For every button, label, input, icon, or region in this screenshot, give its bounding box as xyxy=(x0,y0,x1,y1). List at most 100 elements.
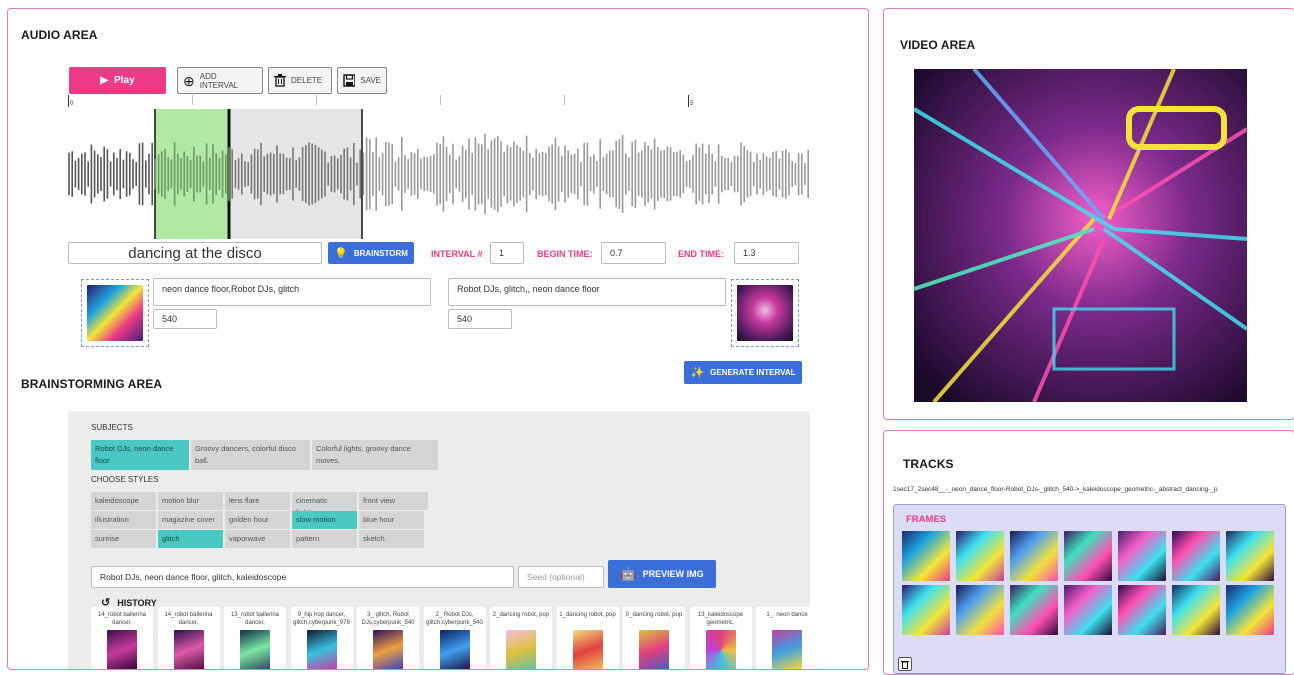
history-item-image xyxy=(306,630,337,669)
subject-chip[interactable]: Robot DJs, neon dance floor xyxy=(91,440,189,470)
history-item-image xyxy=(173,630,204,669)
history-item[interactable]: 14_robot ballerina dancer, xyxy=(91,607,153,669)
style-chip[interactable]: pattern xyxy=(292,530,357,548)
audio-waveform[interactable] xyxy=(68,109,810,239)
brainstorm-prompt-input[interactable]: Robot DJs, neon dance floor, glitch, kal… xyxy=(91,566,514,588)
history-item-image xyxy=(639,630,669,669)
start-size-input[interactable]: 540 xyxy=(153,309,217,329)
seed-input[interactable]: Seed (optional) xyxy=(518,566,604,588)
style-chip[interactable]: sketch xyxy=(359,530,424,548)
history-item-image xyxy=(240,630,270,669)
history-item[interactable]: 13_kaleidoscope geometric, xyxy=(689,607,752,669)
frame-thumbnail[interactable] xyxy=(1064,585,1112,635)
frame-thumbnail[interactable] xyxy=(956,531,1004,581)
tracks-title: TRACKS xyxy=(903,457,954,471)
style-chip[interactable]: illustration xyxy=(91,511,156,529)
history-item[interactable]: 14_robot ballerina dancer, xyxy=(157,607,220,669)
frame-thumbnail[interactable] xyxy=(902,531,950,581)
start-prompt-textarea[interactable]: neon dance floor,Robot DJs, glitch xyxy=(153,278,431,306)
frame-thumbnail[interactable] xyxy=(1010,531,1058,581)
history-item[interactable]: 9_hip hop dancer, glitch,cyberpunk_976 xyxy=(290,607,353,669)
end-size-input[interactable]: 540 xyxy=(448,309,512,329)
brainstorm-button[interactable]: 💡 BRAINSTORM xyxy=(328,242,414,264)
save-button[interactable]: SAVE xyxy=(337,67,387,94)
history-item-label: 14_robot ballerina dancer, xyxy=(97,612,147,626)
subjects-label: SUBJECTS xyxy=(91,423,133,432)
generate-interval-label: GENERATE INTERVAL xyxy=(710,368,796,377)
frame-thumbnail[interactable] xyxy=(1226,585,1274,635)
play-button[interactable]: ▶ Play xyxy=(69,67,166,94)
history-item[interactable]: 0_dancing robot, pop xyxy=(623,607,685,669)
end-frame-image xyxy=(737,285,793,341)
history-item[interactable]: 2_dancing robot, pop xyxy=(490,607,552,669)
history-item-image xyxy=(107,630,137,669)
prompt-input[interactable]: dancing at the disco xyxy=(68,242,322,264)
tracks-panel: TRACKS 1sec17_2sec48__-_neon_dance_floor… xyxy=(883,430,1294,675)
delete-label: DELETE xyxy=(291,76,323,85)
frame-thumbnail[interactable] xyxy=(1064,531,1112,581)
preview-img-button[interactable]: 🤖 PREVIEW IMG xyxy=(608,560,716,588)
begin-time-label: BEGIN TIME: xyxy=(537,249,593,259)
floppy-disk-icon xyxy=(343,74,356,87)
preview-img-label: PREVIEW IMG xyxy=(642,569,704,579)
style-chip[interactable]: blue hour xyxy=(359,511,424,529)
history-item-label: 13_robot ballerina dancer, xyxy=(230,612,280,626)
end-prompt-textarea[interactable]: Robot DJs, glitch,, neon dance floor xyxy=(448,278,726,306)
brainstorm-label: BRAINSTORM xyxy=(353,248,408,258)
play-icon: ▶ xyxy=(100,75,109,86)
style-chip[interactable]: kaleidoscope xyxy=(91,492,156,510)
style-chip[interactable]: motion blur xyxy=(158,492,223,510)
choose-styles-label: CHOOSE STYLES xyxy=(91,475,159,484)
style-chip[interactable]: golden hour xyxy=(225,511,290,529)
subject-chip[interactable]: Colorful lights, groovy dance moves. xyxy=(312,440,438,470)
history-item[interactable]: 13_robot ballerina dancer, xyxy=(224,607,286,669)
video-preview[interactable] xyxy=(914,69,1247,402)
style-chip[interactable]: sunrise xyxy=(91,530,156,548)
interval-number-input[interactable]: 1 xyxy=(490,242,524,264)
style-chip[interactable]: lens flare xyxy=(225,492,290,510)
magic-wand-icon: ✨ xyxy=(690,367,705,379)
frame-thumbnail[interactable] xyxy=(1226,531,1274,581)
end-time-input[interactable]: 1.3 xyxy=(734,242,799,264)
frame-thumbnail[interactable] xyxy=(1172,585,1220,635)
history-item-label: 1_dancing robot, pop xyxy=(559,612,616,618)
history-item[interactable]: 1_dancing robot, pop xyxy=(556,607,619,669)
style-chip[interactable]: glitch xyxy=(158,530,223,548)
interval-number-label: INTERVAL # xyxy=(431,249,483,259)
frame-thumbnail[interactable] xyxy=(902,585,950,635)
start-frame-image xyxy=(87,285,143,341)
history-item-image xyxy=(572,630,603,669)
end-frame-thumbnail[interactable] xyxy=(731,279,799,347)
generate-interval-button[interactable]: ✨ GENERATE INTERVAL xyxy=(684,361,802,384)
begin-time-input[interactable]: 0.7 xyxy=(601,242,666,264)
history-item-label: 9_hip hop dancer, glitch,cyberpunk_976 xyxy=(293,612,350,626)
frame-thumbnail[interactable] xyxy=(1118,531,1166,581)
timeline-ruler[interactable]: 0 5 xyxy=(68,95,810,109)
track-name[interactable]: 1sec17_2sec48__-_neon_dance_floor-Robot_… xyxy=(893,486,1291,493)
style-chip[interactable]: front view xyxy=(359,492,428,510)
style-chip[interactable]: vaporwave xyxy=(225,530,290,548)
style-chip[interactable]: slow motion xyxy=(292,511,357,529)
frame-thumbnail[interactable] xyxy=(1010,585,1058,635)
frames-container: FRAMES xyxy=(893,504,1286,674)
trash-icon xyxy=(274,74,286,87)
frame-thumbnail[interactable] xyxy=(956,585,1004,635)
frame-thumbnail[interactable] xyxy=(1172,531,1220,581)
frame-thumbnail[interactable] xyxy=(1118,585,1166,635)
style-chip[interactable]: magazine cover xyxy=(158,511,223,529)
video-frame-image xyxy=(914,69,1247,402)
interval-highlight[interactable] xyxy=(155,109,229,239)
start-frame-thumbnail[interactable] xyxy=(81,279,149,347)
history-item-image xyxy=(705,630,736,669)
history-item[interactable]: 3_ glitch, Robot DJs,cyberpunk_540 xyxy=(357,607,419,669)
delete-button[interactable]: DELETE xyxy=(268,67,332,94)
subject-chip[interactable]: Groovy dancers, colorful disco ball. xyxy=(191,440,310,470)
delete-track-button[interactable] xyxy=(898,657,912,671)
video-area-title: VIDEO AREA xyxy=(900,38,976,52)
history-item[interactable]: 2_ Robot DJs, glitch,cyberpunk_540 xyxy=(423,607,486,669)
history-item[interactable]: 1_, neon dance xyxy=(756,607,818,669)
history-item-image xyxy=(772,630,802,669)
history-item-label: 2_dancing robot, pop xyxy=(492,612,550,618)
add-interval-button[interactable]: ⊕ ADD INTERVAL xyxy=(177,67,263,94)
audio-area-title: AUDIO AREA xyxy=(21,28,98,42)
